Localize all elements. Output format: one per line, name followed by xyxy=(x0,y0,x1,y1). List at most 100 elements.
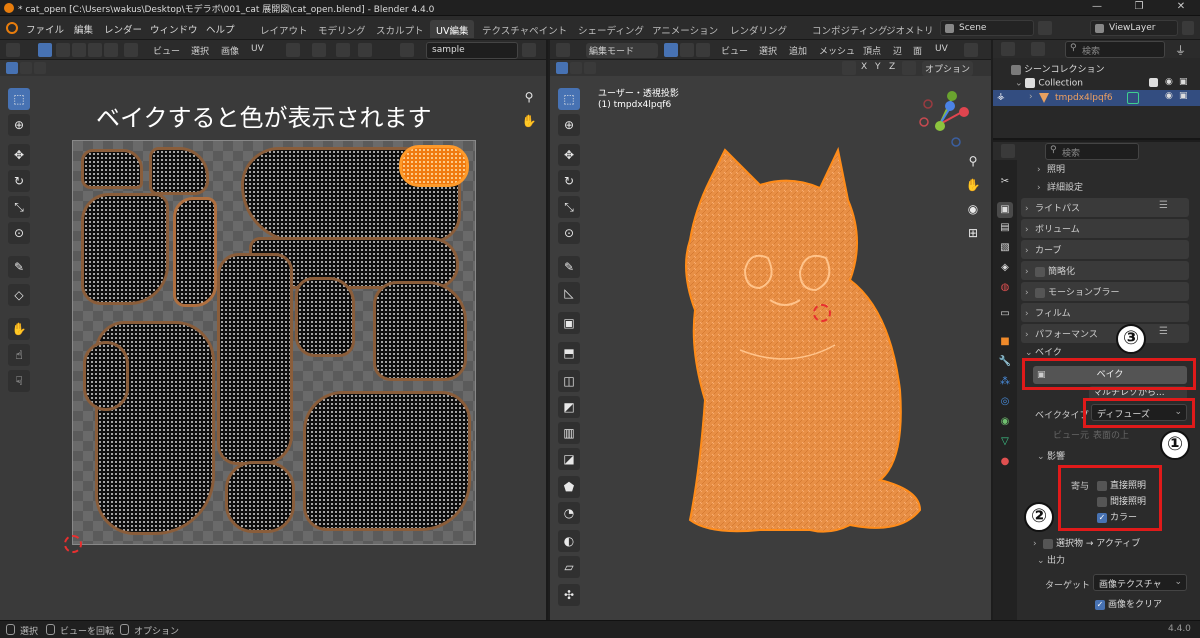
rotate-tool[interactable]: ↻ xyxy=(558,170,580,192)
new-image-icon[interactable] xyxy=(522,43,536,57)
tab-modeling[interactable]: モデリング xyxy=(312,20,372,38)
rip-region-tool[interactable]: ✣ xyxy=(558,584,580,606)
subpanel-output[interactable]: ⌄ 出力 xyxy=(1037,553,1065,571)
transform-tool[interactable]: ⊙ xyxy=(8,222,30,244)
zoom-icon[interactable]: ⚲ xyxy=(518,86,540,108)
vertex-select-mode-icon[interactable] xyxy=(664,43,678,57)
interaction-mode-dropdown[interactable]: 編集モード xyxy=(586,43,658,58)
close-button[interactable]: ✕ xyxy=(1166,1,1196,12)
maximize-button[interactable]: ❐ xyxy=(1124,1,1154,12)
viewport-menu-face[interactable]: 面 xyxy=(910,43,925,58)
uv-island[interactable] xyxy=(81,149,143,189)
render-camera-icon[interactable]: ▣ xyxy=(1179,91,1188,101)
uv-island[interactable] xyxy=(149,147,209,195)
select-mode-extend-icon[interactable] xyxy=(570,62,582,74)
editor-type-icon[interactable] xyxy=(1001,42,1015,56)
object-tab-icon[interactable]: ■ xyxy=(997,334,1013,350)
presets-list-icon[interactable]: ☰ xyxy=(1159,200,1168,211)
cat-mesh[interactable] xyxy=(650,140,950,540)
collection-tab-icon[interactable]: ▭ xyxy=(997,306,1013,322)
inset-tool[interactable]: ◫ xyxy=(558,370,580,392)
pan-hand-icon[interactable]: ✋ xyxy=(518,110,540,132)
smooth-tool[interactable]: ◐ xyxy=(558,530,580,552)
panel-simplify[interactable]: › 簡略化 xyxy=(1025,264,1075,282)
mirror-z[interactable]: Z xyxy=(886,61,898,76)
menu-render[interactable]: レンダー xyxy=(104,22,142,36)
transform-tool[interactable]: ⊙ xyxy=(558,222,580,244)
display-mode-icon[interactable] xyxy=(1031,42,1045,56)
viewport-menu-vertex[interactable]: 頂点 xyxy=(860,43,884,58)
move-tool[interactable]: ✥ xyxy=(558,144,580,166)
snap-icon[interactable] xyxy=(312,43,326,57)
spin-tool[interactable]: ◔ xyxy=(558,502,580,524)
tab-rendering[interactable]: レンダリング xyxy=(724,20,793,38)
edge-select-mode-icon[interactable] xyxy=(680,43,694,57)
uv-island[interactable] xyxy=(303,391,471,531)
tab-uv-editing[interactable]: UV編集 xyxy=(430,20,475,38)
subpanel-selected-to-active[interactable]: › 選択物 → アクティブ xyxy=(1033,536,1140,549)
vertex-select-icon[interactable] xyxy=(56,43,70,57)
scene-collection-item[interactable]: シーンコレクション xyxy=(1011,62,1105,75)
selected-to-active-checkbox[interactable] xyxy=(1043,538,1053,549)
uv-island[interactable] xyxy=(373,281,467,381)
perspective-toggle-icon[interactable]: ⊞ xyxy=(962,222,984,244)
uv-menu-view[interactable]: ビュー xyxy=(150,43,183,58)
panel-motion-blur[interactable]: › モーションブラー xyxy=(1025,285,1120,303)
collection-item[interactable]: ⌄ Collection ◉ ▣ xyxy=(1015,77,1195,89)
edge-select-icon[interactable] xyxy=(72,43,86,57)
output-tab-icon[interactable]: ▤ xyxy=(997,220,1013,236)
tab-shading[interactable]: シェーディング xyxy=(572,20,650,38)
world-tab-icon[interactable]: ◍ xyxy=(997,280,1013,296)
annotate-tool[interactable]: ✎ xyxy=(558,256,580,278)
uv-menu-image[interactable]: 画像 xyxy=(218,43,242,58)
annotate-tool[interactable]: ✎ xyxy=(8,256,30,278)
mirror-icon[interactable] xyxy=(842,61,856,75)
target-dropdown[interactable]: 画像テクスチャ ⌄ xyxy=(1093,574,1187,591)
render-camera-icon[interactable]: ▣ xyxy=(1179,77,1188,87)
tab-animation[interactable]: アニメーション xyxy=(646,20,724,38)
select-mode-subtract-icon[interactable] xyxy=(584,62,596,74)
uv-island[interactable] xyxy=(225,461,295,533)
material-tab-icon[interactable]: ● xyxy=(997,454,1013,470)
object-constraint-tab-icon[interactable]: ◉ xyxy=(997,414,1013,430)
new-scene-icon[interactable] xyxy=(1038,21,1052,35)
mirror-y[interactable]: Y xyxy=(872,61,884,76)
zoom-icon[interactable]: ⚲ xyxy=(962,150,984,172)
modifier-tab-icon[interactable]: 🔧 xyxy=(997,354,1013,370)
outliner-search-field[interactable]: ⚲ 検索 xyxy=(1065,41,1165,58)
scene-tab-icon[interactable]: ◈ xyxy=(997,260,1013,276)
editor-type-icon[interactable] xyxy=(556,43,570,57)
viewport-menu-edge[interactable]: 辺 xyxy=(890,43,905,58)
sticky-mode-icon[interactable] xyxy=(124,43,138,57)
transform-orientation-icon[interactable] xyxy=(964,43,978,57)
viewport-menu-add[interactable]: 追加 xyxy=(786,43,810,58)
pinch-tool[interactable]: ☟ xyxy=(8,370,30,392)
new-view-layer-icon[interactable] xyxy=(1182,21,1194,35)
uv-island[interactable] xyxy=(217,253,293,465)
shear-tool[interactable]: ▱ xyxy=(558,556,580,578)
options-dropdown[interactable]: オプション xyxy=(922,61,974,76)
subpanel-lighting[interactable]: › 照明 xyxy=(1037,162,1065,180)
visibility-eye-icon[interactable]: ◉ xyxy=(1165,91,1173,101)
blender-menu-icon[interactable] xyxy=(6,22,18,34)
cursor-tool[interactable]: ⊕ xyxy=(8,114,30,136)
mirror-x[interactable]: X xyxy=(858,61,870,76)
panel-performance[interactable]: › パフォーマンス xyxy=(1025,327,1098,345)
3d-cursor-icon[interactable] xyxy=(813,304,831,322)
panel-curves[interactable]: › カーブ xyxy=(1025,243,1061,261)
select-box-tool[interactable]: ⬚ xyxy=(558,88,580,110)
pivot-icon[interactable] xyxy=(286,43,300,57)
proportional-edit-icon[interactable] xyxy=(336,43,350,57)
viewport-menu-view[interactable]: ビュー xyxy=(718,43,751,58)
tab-geometry[interactable]: ジオメトリ xyxy=(880,20,932,38)
minimize-button[interactable]: — xyxy=(1082,1,1112,12)
uv-island[interactable] xyxy=(173,197,217,307)
select-mode-extend-icon[interactable] xyxy=(20,62,32,74)
subpanel-advanced[interactable]: › 詳細設定 xyxy=(1037,180,1083,198)
physics-tab-icon[interactable]: ◎ xyxy=(997,394,1013,410)
cursor-tool[interactable]: ⊕ xyxy=(558,114,580,136)
2d-cursor-icon[interactable] xyxy=(64,535,82,553)
select-mode-set-icon[interactable] xyxy=(6,62,18,74)
add-cube-tool[interactable]: ▣ xyxy=(558,312,580,334)
render-tab-icon[interactable]: ▣ xyxy=(997,202,1013,218)
